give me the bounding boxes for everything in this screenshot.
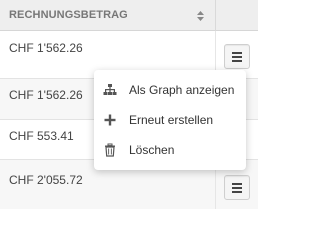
sitemap-icon — [103, 84, 117, 95]
amount-value: CHF 1'562.26 — [9, 88, 83, 102]
trash-icon — [105, 143, 115, 157]
plus-icon — [104, 114, 116, 126]
menu-item-loeschen[interactable]: Löschen — [94, 135, 246, 165]
column-header-rechnungsbetrag[interactable]: RECHNUNGSBETRAG — [0, 0, 216, 31]
hamburger-menu-icon — [232, 52, 242, 54]
row-menu-button[interactable] — [224, 175, 250, 200]
amount-value: CHF 553.41 — [9, 129, 74, 143]
menu-item-erneut-erstellen[interactable]: Erneut erstellen — [94, 105, 246, 135]
column-header-label: RECHNUNGSBETRAG — [9, 9, 128, 21]
sort-icon[interactable] — [196, 10, 205, 22]
hamburger-menu-icon — [232, 183, 242, 185]
column-header-actions — [216, 0, 258, 31]
table-header: RECHNUNGSBETRAG — [0, 0, 258, 31]
menu-item-als-graph-anzeigen[interactable]: Als Graph anzeigen — [94, 75, 246, 105]
amount-value: CHF 2'055.72 — [9, 173, 83, 187]
amount-value: CHF 1'562.26 — [9, 41, 83, 55]
menu-item-label: Erneut erstellen — [129, 113, 214, 127]
menu-item-label: Als Graph anzeigen — [129, 83, 235, 97]
row-context-menu: Als Graph anzeigen Erneut erstellen Lösc… — [94, 70, 246, 170]
row-menu-button[interactable] — [224, 44, 250, 69]
menu-item-label: Löschen — [129, 143, 175, 157]
